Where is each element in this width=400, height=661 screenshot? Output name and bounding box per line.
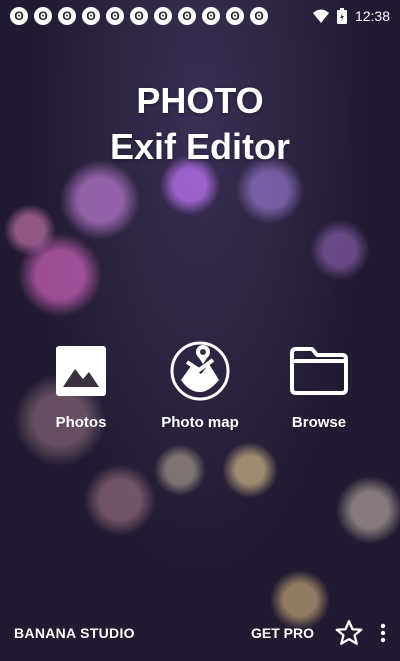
more-vert-icon (380, 623, 386, 643)
notification-icon: ʘ (10, 7, 28, 25)
photo-map-button[interactable]: Photo map (145, 340, 255, 431)
notification-icon: ʘ (130, 7, 148, 25)
battery-icon (336, 8, 347, 24)
browse-label: Browse (291, 414, 347, 431)
bottom-bar: BANANA STUDIO GET PRO (0, 605, 400, 661)
folder-icon (290, 347, 348, 395)
notification-icon: ʘ (58, 7, 76, 25)
developer-brand[interactable]: BANANA STUDIO (14, 625, 251, 641)
main-actions: Photos Photo map Browse (0, 340, 400, 440)
system-indicators: 12:38 (312, 8, 390, 24)
map-pin-icon (170, 341, 230, 401)
title-line-2: Exif Editor (109, 126, 291, 167)
star-icon (335, 620, 363, 645)
title-line-1: PHOTO (136, 80, 264, 121)
app-title: PHOTO Exif Editor (0, 78, 400, 170)
clock: 12:38 (354, 8, 390, 24)
rate-button[interactable] (334, 618, 364, 648)
notification-icons: ʘ ʘ ʘ ʘ ʘ ʘ ʘ ʘ ʘ ʘ ʘ (10, 7, 313, 25)
notification-icon: ʘ (154, 7, 172, 25)
photos-button[interactable]: Photos (26, 340, 136, 431)
image-icon (56, 346, 106, 396)
notification-icon: ʘ (178, 7, 196, 25)
notification-icon: ʘ (106, 7, 124, 25)
notification-icon: ʘ (226, 7, 244, 25)
photos-label: Photos (55, 414, 107, 431)
wifi-icon (312, 9, 329, 23)
photo-map-label: Photo map (161, 414, 239, 431)
notification-icon: ʘ (82, 7, 100, 25)
notification-icon: ʘ (202, 7, 220, 25)
notification-icon: ʘ (34, 7, 52, 25)
notification-icon: ʘ (250, 7, 268, 25)
status-bar: ʘ ʘ ʘ ʘ ʘ ʘ ʘ ʘ ʘ ʘ ʘ 12:38 (0, 0, 400, 32)
overflow-menu-button[interactable] (380, 623, 386, 643)
browse-button[interactable]: Browse (264, 340, 374, 431)
get-pro-button[interactable]: GET PRO (251, 625, 314, 641)
